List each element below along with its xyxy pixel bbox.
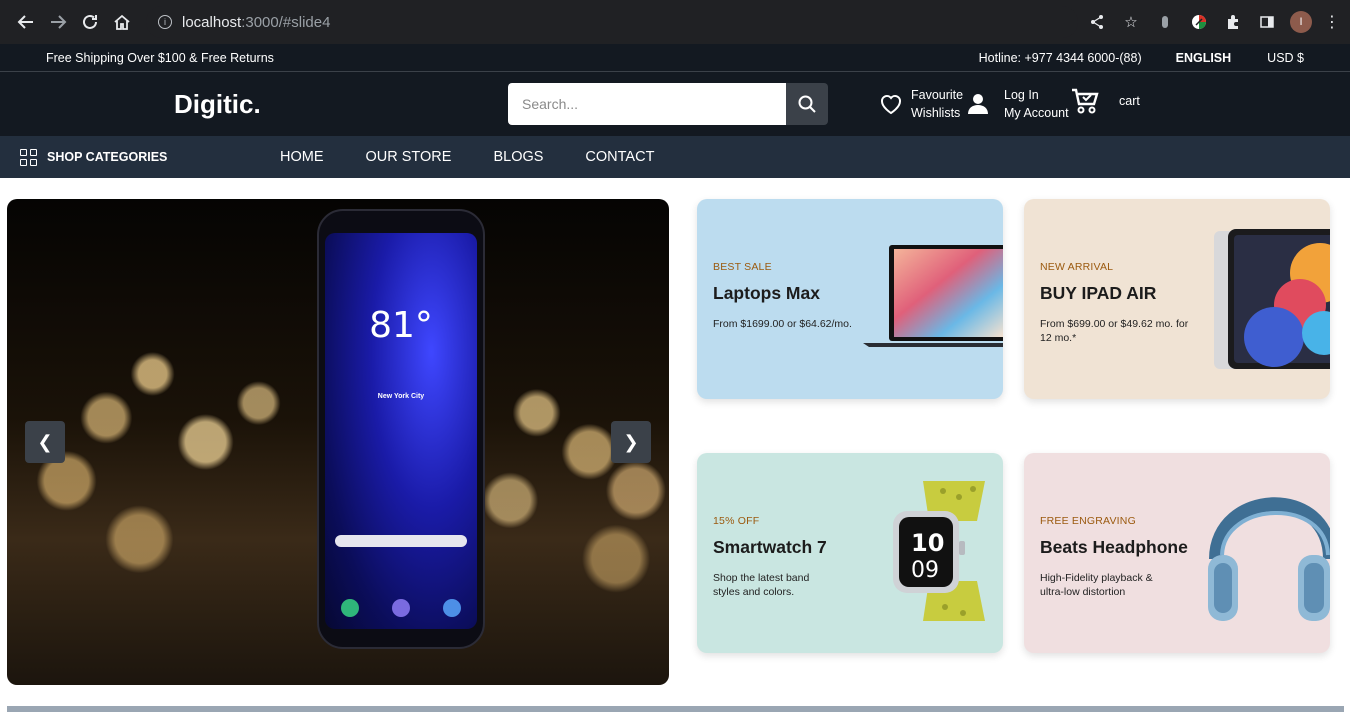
my-account-label: My Account bbox=[1004, 106, 1069, 120]
star-icon[interactable]: ☆ bbox=[1120, 11, 1142, 33]
account-link[interactable]: Log In My Account bbox=[966, 86, 1069, 122]
nav-our-store[interactable]: OUR STORE bbox=[366, 149, 452, 165]
url-path: :3000/#slide4 bbox=[241, 13, 331, 31]
nav-contact[interactable]: CONTACT bbox=[585, 149, 654, 165]
forward-icon[interactable] bbox=[42, 6, 74, 38]
site-header: Digitic. Favourite Wishlists Log In My A… bbox=[0, 72, 1350, 136]
heart-icon bbox=[881, 95, 901, 115]
grid-icon bbox=[20, 148, 37, 166]
cart-icon bbox=[1072, 88, 1099, 114]
card-title: Beats Headphone bbox=[1040, 537, 1188, 557]
language-selector[interactable]: ENGLISH bbox=[1176, 51, 1232, 65]
shop-categories-button[interactable]: SHOP CATEGORIES bbox=[20, 148, 168, 166]
card-desc: From $699.00 or $49.62 mo. for 12 mo.* bbox=[1040, 318, 1189, 344]
search-button[interactable] bbox=[786, 83, 828, 125]
card-desc: Shop the latest band styles and colors. bbox=[713, 572, 810, 598]
hero-carousel: 81° New York City ❮ ❯ bbox=[7, 199, 669, 685]
ipad-image bbox=[1214, 229, 1330, 369]
search-input[interactable] bbox=[508, 83, 786, 125]
sidebar-icon[interactable] bbox=[1256, 11, 1278, 33]
address-bar[interactable]: i localhost:3000/#slide4 bbox=[146, 6, 1078, 38]
browser-toolbar: i localhost:3000/#slide4 ☆ I ⋮ bbox=[0, 0, 1350, 44]
hero-phone-image: 81° New York City bbox=[317, 209, 485, 649]
login-label: Log In bbox=[1004, 88, 1039, 102]
svg-text:10: 10 bbox=[911, 529, 944, 557]
search-bar bbox=[508, 83, 828, 125]
user-icon bbox=[968, 94, 988, 114]
back-icon[interactable] bbox=[10, 6, 42, 38]
category-nav: SHOP CATEGORIES HOME OUR STORE BLOGS CON… bbox=[0, 136, 1350, 178]
reload-icon[interactable] bbox=[74, 6, 106, 38]
headphones-image bbox=[1208, 497, 1330, 621]
profile-avatar[interactable]: I bbox=[1290, 11, 1312, 33]
puzzle-icon[interactable] bbox=[1222, 11, 1244, 33]
promo-card-ipad[interactable]: NEW ARRIVAL BUY IPAD AIR From $699.00 or… bbox=[1024, 199, 1330, 399]
card-title: Laptops Max bbox=[713, 283, 820, 303]
wishlists-label: Wishlists bbox=[911, 106, 961, 120]
card-tag: BEST SALE bbox=[713, 261, 772, 273]
carousel-prev-button[interactable]: ❮ bbox=[25, 421, 65, 463]
shop-categories-label: SHOP CATEGORIES bbox=[47, 150, 168, 164]
card-desc: High-Fidelity playback & ultra-low disto… bbox=[1040, 572, 1153, 598]
cart-link[interactable]: cart bbox=[1071, 87, 1140, 115]
main-menu: HOME OUR STORE BLOGS CONTACT bbox=[280, 149, 696, 165]
promo-card-headphones[interactable]: FREE ENGRAVING Beats Headphone High-Fide… bbox=[1024, 453, 1330, 653]
laptop-image bbox=[863, 245, 1003, 347]
nav-home[interactable]: HOME bbox=[280, 149, 324, 165]
main-content: 81° New York City ❮ ❯ BEST SALE Laptops … bbox=[0, 178, 1350, 712]
hotline[interactable]: Hotline: +977 4344 6000-(88) bbox=[979, 51, 1142, 65]
menu-kebab-icon[interactable]: ⋮ bbox=[1324, 12, 1340, 32]
shipping-notice: Free Shipping Over $100 & Free Returns bbox=[46, 50, 274, 65]
currency-selector[interactable]: USD $ bbox=[1267, 51, 1304, 65]
card-tag: 15% OFF bbox=[713, 515, 760, 527]
nav-blogs[interactable]: BLOGS bbox=[493, 149, 543, 165]
phone-city: New York City bbox=[377, 393, 425, 400]
promo-card-laptop[interactable]: BEST SALE Laptops Max From $1699.00 or $… bbox=[697, 199, 1003, 399]
info-icon[interactable]: i bbox=[158, 15, 172, 29]
search-icon bbox=[798, 95, 816, 113]
card-tag: FREE ENGRAVING bbox=[1040, 515, 1136, 527]
section-divider bbox=[7, 706, 1344, 712]
url-host: localhost bbox=[182, 13, 242, 31]
cart-label: cart bbox=[1119, 94, 1140, 108]
extension-icon[interactable] bbox=[1154, 11, 1176, 33]
home-icon[interactable] bbox=[106, 6, 138, 38]
phone-time: 81° bbox=[369, 305, 433, 346]
top-strip: Free Shipping Over $100 & Free Returns H… bbox=[0, 44, 1350, 72]
promo-card-smartwatch[interactable]: 15% OFF Smartwatch 7 Shop the latest ban… bbox=[697, 453, 1003, 653]
share-icon[interactable] bbox=[1086, 11, 1108, 33]
carousel-next-button[interactable]: ❯ bbox=[611, 421, 651, 463]
favourite-label: Favourite bbox=[911, 88, 964, 102]
card-title: BUY IPAD AIR bbox=[1040, 283, 1157, 303]
wishlist-link[interactable]: Favourite Wishlists bbox=[879, 86, 963, 122]
color-extension-icon[interactable] bbox=[1188, 11, 1210, 33]
card-tag: NEW ARRIVAL bbox=[1040, 261, 1114, 273]
svg-text:09: 09 bbox=[911, 558, 939, 583]
site-logo[interactable]: Digitic. bbox=[174, 89, 261, 120]
card-desc: From $1699.00 or $64.62/mo. bbox=[713, 318, 852, 330]
smartwatch-image: 10 09 bbox=[893, 481, 985, 621]
card-title: Smartwatch 7 bbox=[713, 537, 827, 557]
